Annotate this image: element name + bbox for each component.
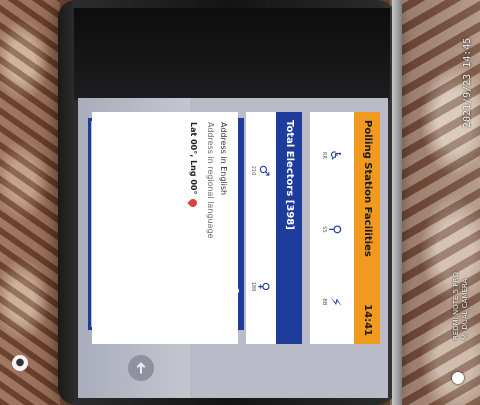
male-icon: ♂ xyxy=(256,164,272,177)
facility-label: RR xyxy=(321,152,327,159)
female-icon: ♀ xyxy=(256,281,272,292)
electors-male: ♂ 210 xyxy=(251,165,272,177)
facility-electricity[interactable]: ⚡ BB xyxy=(321,297,343,307)
camera-logo-icon xyxy=(452,372,464,384)
phone-frame-edge xyxy=(392,0,402,405)
watermark-camera: REDMI NOTE 5 PRO MI DUAL CAMERA xyxy=(452,272,470,340)
watermark-camera-label: MI DUAL CAMERA xyxy=(461,278,469,340)
watermark-datetime: 2021/9/23 14:45 xyxy=(462,37,473,128)
electors-card: Total Electors [398] ♂ 210 ♀ 188 xyxy=(246,112,302,344)
drinking-water-icon: ⚲ xyxy=(327,224,343,235)
address-body: Address in English Address in regional l… xyxy=(179,112,238,344)
rotated-app-content: Polling Station Facilities 14:41 ♿ RR ⚲ … xyxy=(92,112,380,344)
facilities-title: Polling Station Facilities xyxy=(362,120,373,257)
electors-male-count: 210 xyxy=(250,165,257,176)
phone-screen-dark-area xyxy=(74,8,390,100)
facilities-row: ♿ RR ⚲ SS ⚡ BB xyxy=(310,112,354,344)
facility-water[interactable]: ⚲ SS xyxy=(321,224,343,234)
facility-label: SS xyxy=(321,226,327,233)
electors-row: ♂ 210 ♀ 188 xyxy=(246,112,276,344)
address-english: Address in English xyxy=(219,122,228,196)
facility-label: BB xyxy=(321,298,327,306)
address-card: Address in English Address in regional l… xyxy=(92,112,238,344)
coordinates-text: Lat 00°, Lng 00° xyxy=(189,122,198,195)
electricity-icon: ⚡ xyxy=(327,296,343,307)
left-logo-icon: ● xyxy=(12,355,28,371)
electors-header: Total Electors [398] xyxy=(276,112,302,344)
facilities-card: Polling Station Facilities 14:41 ♿ RR ⚲ … xyxy=(310,112,380,344)
ramp-icon: ♿ xyxy=(327,149,343,162)
facility-ramp[interactable]: ♿ RR xyxy=(321,149,343,162)
facilities-header: Polling Station Facilities 14:41 xyxy=(354,112,380,344)
address-coordinates[interactable]: Lat 00°, Lng 00° xyxy=(187,122,200,334)
watermark-device: REDMI NOTE 5 PRO xyxy=(452,272,460,340)
electors-female: ♀ 188 xyxy=(251,282,272,292)
address-regional: Address in regional language xyxy=(206,122,215,239)
electors-female-count: 188 xyxy=(250,281,257,292)
carpet-pattern-left xyxy=(0,0,60,405)
map-pin-icon xyxy=(187,196,200,209)
status-time: 14:41 xyxy=(362,304,373,336)
back-button[interactable]: ➜ xyxy=(128,355,154,381)
